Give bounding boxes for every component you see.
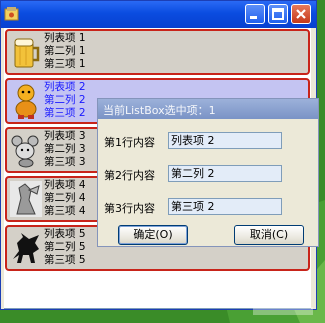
list-item-line: 第三项 2 [44,107,86,119]
list-item-line: 列表项 2 [44,81,86,93]
list-item-text: 列表项 1 第二列 1 第三项 1 [44,32,86,71]
field-label-3: 第3行内容 [104,202,155,215]
list-item-line: 列表项 3 [44,130,86,142]
mouse-character-icon [11,135,39,168]
field-label-1: 第1行内容 [104,136,155,149]
list-item-line: 列表项 5 [44,228,86,240]
list-item-line: 第二列 4 [44,192,86,204]
title-bar [1,1,316,28]
ok-button[interactable]: 确定(O) [118,225,188,245]
list-item-line: 列表项 1 [44,32,86,44]
list-item-line: 第二列 1 [44,45,86,57]
minimize-button[interactable] [245,4,265,24]
dialog-title: 当前ListBox选中项：1 [103,104,216,117]
list-item-text: 列表项 2 第二列 2 第三项 2 [44,81,86,120]
list-item[interactable]: 列表项 1 第二列 1 第三项 1 [5,29,310,75]
svg-text:好例子网: 好例子网 [250,289,303,305]
field-input-1[interactable]: 列表项 2 [168,132,282,149]
app-icon [4,7,19,21]
close-button[interactable] [291,4,311,24]
figure-icon [10,181,42,217]
list-item-text: 列表项 4 第二列 4 第三项 4 [44,179,86,218]
list-item-line: 第三项 4 [44,205,86,217]
maximize-icon [272,8,284,20]
list-item-line: 第三项 3 [44,156,86,168]
dialog-title-bar: 当前ListBox选中项：1 [98,99,318,119]
list-item-line: 第二列 3 [44,143,86,155]
maximize-button[interactable] [268,4,288,24]
pegasus-icon [13,233,39,263]
beer-mug-icon [14,38,40,68]
list-item-line: 第三项 5 [44,254,86,266]
field-input-2[interactable]: 第二列 2 [168,165,282,182]
watermark-logo: 好例子网 [250,289,313,315]
field-input-3[interactable]: 第三项 2 [168,198,282,215]
field-label-2: 第2行内容 [104,169,155,182]
dialog-window: 当前ListBox选中项：1 第1行内容 列表项 2 第2行内容 第二列 2 第… [97,98,319,247]
list-item-line: 列表项 4 [44,179,86,191]
minimize-icon [250,16,257,19]
list-item-text: 列表项 3 第二列 3 第三项 3 [44,130,86,169]
cartoon-character-icon [15,84,37,119]
list-item-text: 列表项 5 第二列 5 第三项 5 [44,228,86,267]
cancel-button[interactable]: 取消(C) [234,225,304,245]
close-icon [296,9,306,19]
list-item-line: 第二列 2 [44,94,86,106]
list-item-line: 第三项 1 [44,58,86,70]
list-item-line: 第二列 5 [44,241,86,253]
